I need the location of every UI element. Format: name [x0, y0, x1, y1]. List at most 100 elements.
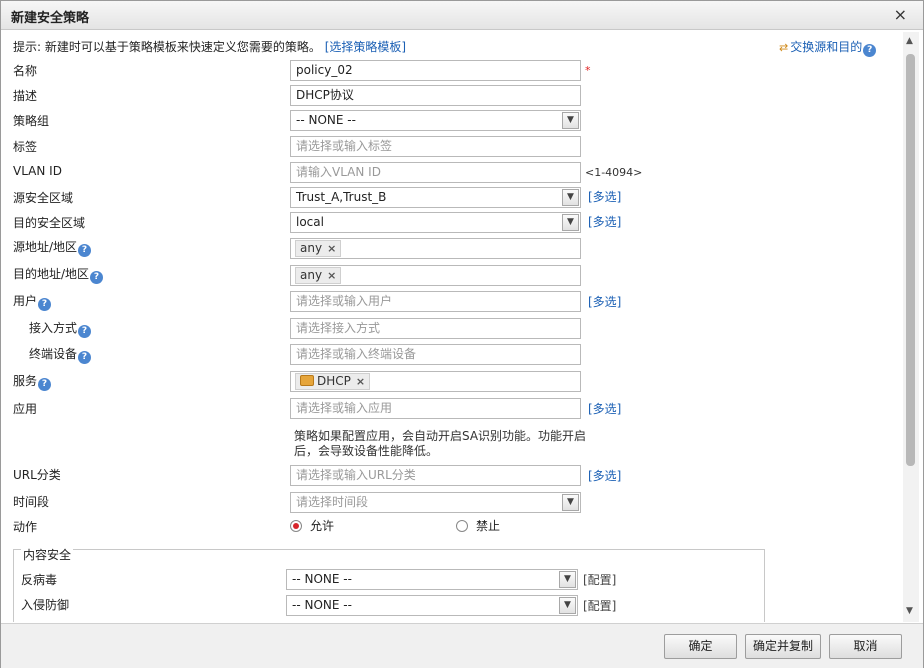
access-input[interactable]: 请选择接入方式 — [290, 318, 581, 339]
device-input[interactable]: 请选择或输入终端设备 — [290, 344, 581, 365]
src-addr-label: 源地址/地区? — [13, 238, 92, 257]
content-security-legend: 内容安全 — [21, 546, 74, 563]
app-label: 应用 — [13, 402, 38, 416]
antivirus-config-link[interactable]: [配置] — [583, 571, 616, 588]
dst-addr-input[interactable]: any × — [290, 265, 581, 286]
ips-config-link[interactable]: [配置] — [583, 597, 616, 614]
action-label: 动作 — [13, 520, 38, 534]
help-icon[interactable]: ? — [38, 298, 52, 311]
ips-label: 入侵防御 — [21, 598, 70, 612]
vertical-scrollbar[interactable]: ▲ ▼ — [903, 32, 919, 622]
hint-bar: 提示: 新建时可以基于策略模板来快速定义您需要的策略。 [选择策略模板] — [13, 38, 406, 55]
src-addr-tag: any × — [295, 240, 342, 257]
device-label: 终端设备? — [29, 345, 92, 364]
new-security-policy-dialog: 新建安全策略 × 提示: 新建时可以基于策略模板来快速定义您需要的策略。 [选择… — [0, 0, 924, 668]
remove-tag-icon[interactable]: × — [327, 269, 336, 282]
close-icon[interactable]: × — [894, 5, 907, 24]
swap-label: 交换源和目的 — [790, 40, 863, 54]
radio-empty-icon[interactable] — [456, 520, 468, 532]
remove-tag-icon[interactable]: × — [327, 242, 336, 255]
help-icon[interactable]: ? — [78, 244, 92, 257]
time-placeholder: 请选择时间段 — [296, 495, 369, 509]
chevron-down-icon[interactable]: ▼ — [562, 112, 579, 129]
dst-zone-select[interactable]: local ▼ — [290, 212, 581, 233]
tag-label: 标签 — [13, 140, 38, 154]
name-label: 名称 — [13, 64, 38, 78]
dst-addr-tag-text: any — [300, 268, 323, 282]
service-input[interactable]: DHCP × — [290, 371, 581, 392]
src-addr-label-text: 源地址/地区 — [13, 240, 78, 254]
scroll-up-icon[interactable]: ▲ — [906, 36, 913, 46]
select-template-link[interactable]: [选择策略模板] — [325, 40, 406, 54]
dst-addr-label-text: 目的地址/地区 — [13, 267, 90, 281]
vlan-input[interactable]: 请输入VLAN ID — [290, 162, 581, 183]
vlan-range: <1-4094> — [585, 166, 643, 179]
help-icon[interactable]: ? — [78, 351, 92, 364]
desc-input[interactable]: DHCP协议 — [290, 85, 581, 106]
url-multi-link[interactable]: [多选] — [588, 467, 621, 484]
chevron-down-icon[interactable]: ▼ — [562, 494, 579, 511]
scroll-down-icon[interactable]: ▼ — [906, 606, 913, 616]
ips-value: -- NONE -- — [292, 598, 352, 612]
ok-and-copy-button[interactable]: 确定并复制 — [745, 634, 821, 659]
app-multi-link[interactable]: [多选] — [588, 400, 621, 417]
help-icon[interactable]: ? — [38, 378, 52, 391]
src-addr-tag-text: any — [300, 241, 323, 255]
vlan-label: VLAN ID — [13, 164, 62, 178]
chevron-down-icon[interactable]: ▼ — [559, 597, 576, 614]
access-label: 接入方式? — [29, 319, 92, 338]
service-tag-text: DHCP — [317, 374, 351, 388]
chevron-down-icon[interactable]: ▼ — [559, 571, 576, 588]
policy-group-value: -- NONE -- — [296, 113, 356, 127]
service-label-text: 服务 — [13, 374, 38, 388]
dst-zone-value: local — [296, 215, 324, 229]
policy-group-label: 策略组 — [13, 114, 50, 128]
dialog-title: 新建安全策略 — [11, 11, 90, 26]
deny-radio[interactable]: 禁止 — [456, 517, 500, 534]
ips-select[interactable]: -- NONE -- ▼ — [286, 595, 578, 616]
ok-button[interactable]: 确定 — [664, 634, 737, 659]
app-note-line1: 策略如果配置应用，会自动开启SA识别功能。功能开启 — [294, 429, 587, 443]
scrollbar-thumb[interactable] — [906, 54, 915, 466]
tag-input[interactable]: 请选择或输入标签 — [290, 136, 581, 157]
device-label-text: 终端设备 — [29, 347, 78, 361]
app-note: 策略如果配置应用，会自动开启SA识别功能。功能开启 后，会导致设备性能降低。 — [294, 429, 594, 459]
name-input[interactable]: policy_02 — [290, 60, 581, 81]
app-note-line2: 后，会导致设备性能降低。 — [294, 444, 439, 458]
allow-label: 允许 — [310, 519, 335, 533]
policy-group-select[interactable]: -- NONE -- ▼ — [290, 110, 581, 131]
antivirus-label: 反病毒 — [21, 573, 58, 587]
help-icon[interactable]: ? — [78, 325, 92, 338]
service-icon — [300, 375, 314, 386]
src-addr-input[interactable]: any × — [290, 238, 581, 259]
url-input[interactable]: 请选择或输入URL分类 — [290, 465, 581, 486]
help-icon[interactable]: ? — [863, 44, 877, 57]
dst-addr-label: 目的地址/地区? — [13, 265, 104, 284]
src-zone-multi-link[interactable]: [多选] — [588, 188, 621, 205]
app-input[interactable]: 请选择或输入应用 — [290, 398, 581, 419]
antivirus-value: -- NONE -- — [292, 572, 352, 586]
user-input[interactable]: 请选择或输入用户 — [290, 291, 581, 312]
antivirus-select[interactable]: -- NONE -- ▼ — [286, 569, 578, 590]
user-multi-link[interactable]: [多选] — [588, 293, 621, 310]
dst-zone-multi-link[interactable]: [多选] — [588, 213, 621, 230]
service-tag: DHCP × — [295, 373, 371, 390]
remove-tag-icon[interactable]: × — [356, 375, 365, 388]
dialog-footer: 确定 确定并复制 取消 — [1, 623, 923, 668]
swap-src-dst-link[interactable]: ⇄ 交换源和目的? — [779, 38, 877, 57]
required-mark: * — [585, 64, 591, 77]
help-icon[interactable]: ? — [90, 271, 104, 284]
service-label: 服务? — [13, 372, 52, 391]
hint-text: 提示: 新建时可以基于策略模板来快速定义您需要的策略。 — [13, 40, 321, 54]
url-label: URL分类 — [13, 468, 61, 482]
chevron-down-icon[interactable]: ▼ — [562, 214, 579, 231]
radio-selected-icon[interactable] — [290, 520, 302, 532]
chevron-down-icon[interactable]: ▼ — [562, 189, 579, 206]
deny-label: 禁止 — [476, 519, 501, 533]
src-zone-select[interactable]: Trust_A,Trust_B ▼ — [290, 187, 581, 208]
user-label-text: 用户 — [13, 294, 38, 308]
user-label: 用户? — [13, 292, 52, 311]
time-select[interactable]: 请选择时间段 ▼ — [290, 492, 581, 513]
allow-radio[interactable]: 允许 — [290, 517, 334, 534]
cancel-button[interactable]: 取消 — [829, 634, 902, 659]
